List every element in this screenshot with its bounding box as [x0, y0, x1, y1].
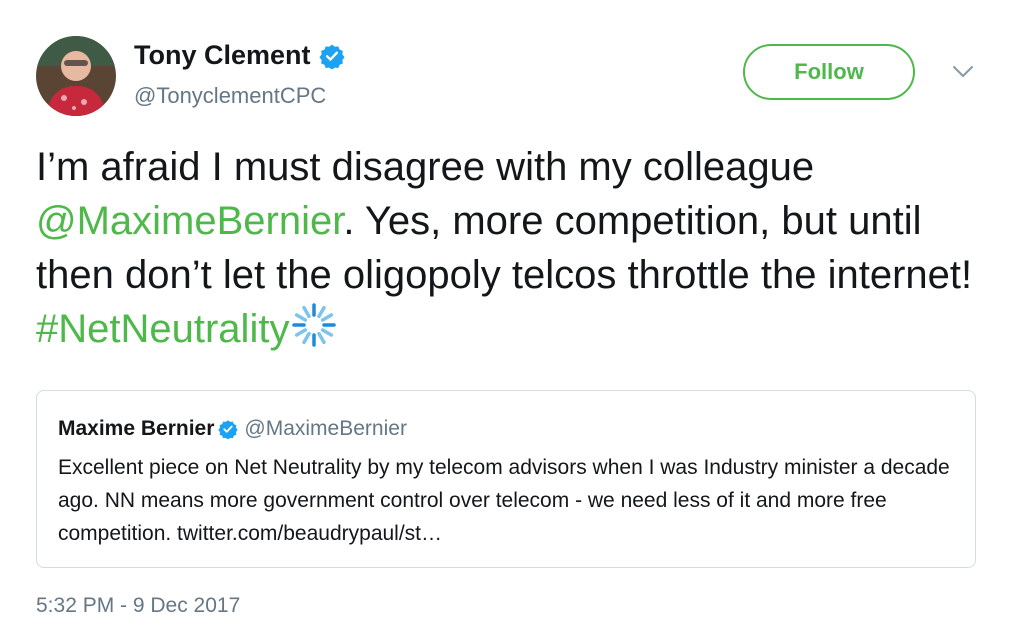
quoted-tweet-header: Maxime Bernier @MaximeBernier: [58, 417, 407, 441]
hashtag-link[interactable]: #NetNeutrality: [36, 307, 289, 351]
quoted-author-name: Maxime Bernier: [58, 417, 215, 440]
spinner-spoke: [317, 305, 327, 319]
follow-button[interactable]: Follow: [743, 44, 915, 100]
tweet-text: I’m afraid I must disagree with my colle…: [36, 140, 996, 356]
tweet-text-part: I’m afraid I must disagree with my colle…: [36, 145, 815, 189]
author-name[interactable]: Tony Clement: [134, 40, 311, 71]
mention-link[interactable]: @MaximeBernier: [36, 199, 343, 243]
spinner-spoke: [295, 313, 308, 322]
loading-spinner-icon: [292, 303, 337, 347]
verified-badge-icon: [318, 44, 345, 69]
avatar[interactable]: [36, 36, 116, 116]
tweet-card: Tony Clement @TonyclementCPC Follow I’m …: [0, 0, 1024, 637]
tweet-timestamp[interactable]: 5:32 PM - 9 Dec 2017: [36, 594, 240, 618]
quoted-tweet-text: Excellent piece on Net Neutrality by my …: [58, 456, 950, 545]
spinner-spoke: [295, 328, 308, 337]
quoted-author-handle: @MaximeBernier: [244, 417, 407, 440]
quoted-tweet[interactable]: Maxime Bernier @MaximeBernier Excellent …: [36, 390, 976, 568]
author-handle[interactable]: @TonyclementCPC: [134, 83, 326, 109]
spinner-spoke: [321, 328, 334, 337]
spinner-spoke: [321, 313, 334, 322]
spinner-spoke: [317, 331, 327, 345]
author-name-row: Tony Clement: [134, 40, 345, 71]
spinner-spoke: [302, 305, 312, 319]
spinner-spoke: [302, 331, 312, 345]
chevron-down-icon[interactable]: [951, 64, 975, 80]
verified-badge-icon: [218, 420, 239, 439]
